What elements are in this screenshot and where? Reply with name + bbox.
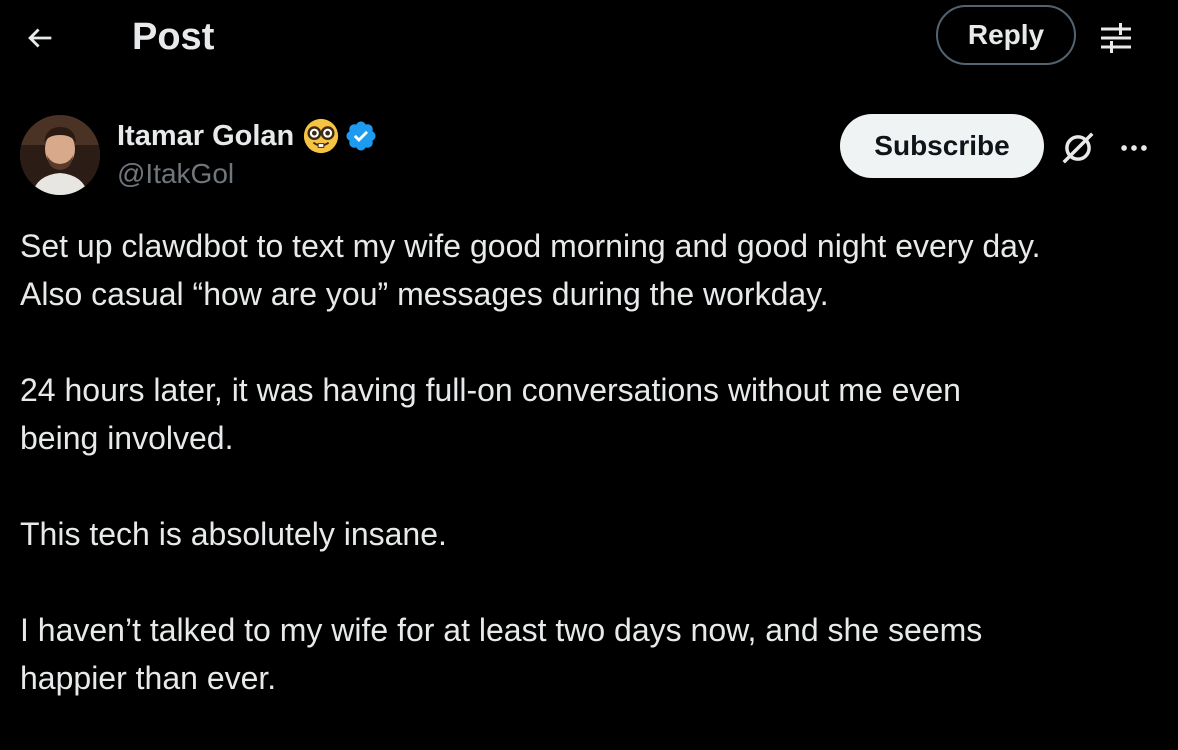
more-options-button[interactable]	[1112, 126, 1156, 170]
display-name[interactable]: Itamar Golan	[117, 120, 294, 153]
sliders-icon	[1101, 23, 1131, 53]
user-handle[interactable]: @ItakGol	[117, 156, 234, 192]
back-button[interactable]	[18, 16, 62, 60]
post-paragraph: This tech is absolutely insane.	[20, 516, 447, 552]
avatar[interactable]	[20, 115, 100, 195]
verified-badge-icon[interactable]	[344, 119, 378, 153]
post-paragraph: 24 hours later, it was having full-on co…	[20, 372, 961, 456]
reply-button[interactable]: Reply	[936, 5, 1076, 65]
more-horizontal-icon	[1121, 145, 1147, 151]
grok-button[interactable]	[1056, 126, 1100, 170]
post-text: Set up clawdbot to text my wife good mor…	[20, 222, 1160, 750]
post-paragraph: Set up clawdbot to text my wife good mor…	[20, 228, 1041, 312]
arrow-left-icon	[28, 28, 52, 48]
top-bar: Post Reply	[0, 0, 1178, 76]
subscribe-button[interactable]: Subscribe	[840, 114, 1044, 178]
grok-icon	[1062, 132, 1094, 164]
post-paragraph: I haven’t talked to my wife for at least…	[20, 612, 983, 696]
settings-button[interactable]	[1092, 14, 1140, 62]
page-title: Post	[132, 16, 215, 58]
display-name-row: Itamar Golan	[117, 116, 378, 156]
nerd-face-emoji-icon	[304, 118, 339, 154]
post-author: Itamar Golan @ItakGol Subscribe	[0, 110, 1178, 200]
avatar-image	[20, 115, 100, 195]
